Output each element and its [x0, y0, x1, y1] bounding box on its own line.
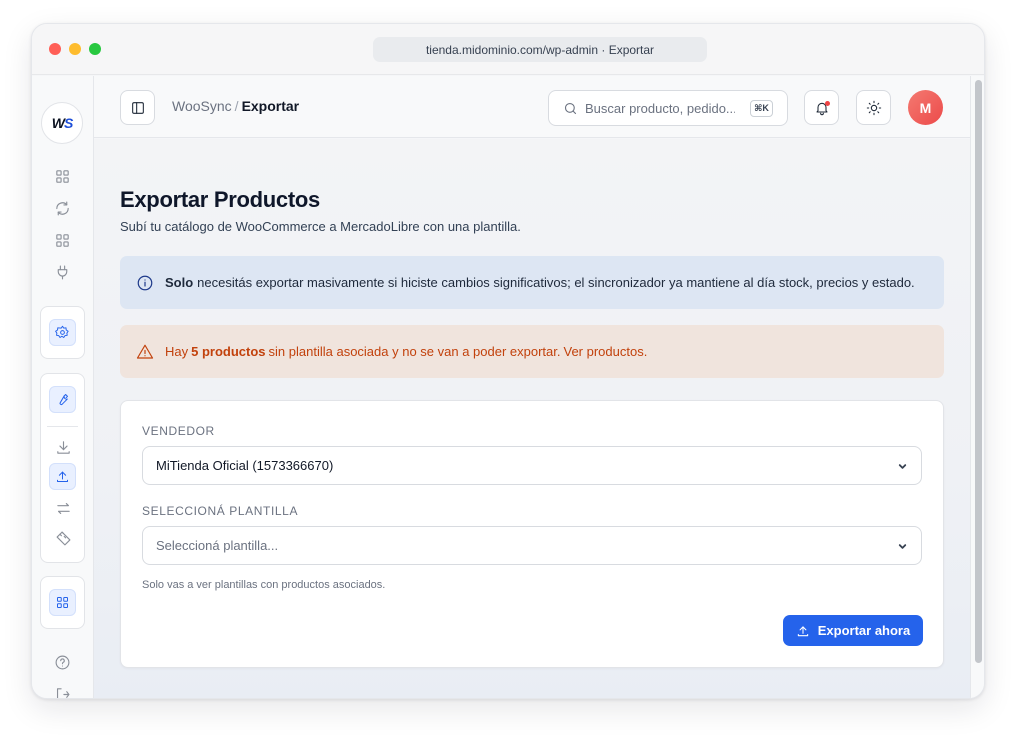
browser-window: tienda.midominio.com/wp-admin · Exportar…: [31, 23, 985, 699]
seller-label: VENDEDOR: [142, 424, 215, 438]
breadcrumb-root[interactable]: WooSync: [172, 98, 232, 114]
settings-icon[interactable]: [49, 319, 76, 346]
theme-toggle-button[interactable]: [856, 90, 891, 125]
settings-group: [40, 306, 85, 359]
divider: [47, 426, 78, 427]
warning-icon: [136, 344, 154, 359]
minimize-window-button[interactable]: [69, 43, 81, 55]
warning-alert-text: sin plantilla asociada y no se van a pod…: [268, 344, 561, 359]
template-label: SELECCIONÁ PLANTILLA: [142, 504, 299, 518]
export-form-card: VENDEDOR MiTienda Oficial (1573366670) S…: [120, 400, 944, 668]
search-icon: [564, 102, 577, 114]
top-header: WooSync/Exportar ⌘K M: [94, 76, 970, 138]
sidebar-toggle-button[interactable]: [120, 90, 155, 125]
warning-alert-prefix: Hay: [165, 344, 189, 359]
template-select[interactable]: Seleccioná plantilla...: [142, 526, 922, 565]
title-bar: tienda.midominio.com/wp-admin · Exportar: [32, 24, 984, 75]
upload-icon: [797, 625, 808, 636]
search-input[interactable]: [585, 100, 735, 116]
address-bar[interactable]: tienda.midominio.com/wp-admin · Exportar: [373, 37, 707, 62]
apps-icon[interactable]: [49, 589, 76, 616]
tools-group: [40, 373, 85, 563]
search-box[interactable]: ⌘K: [548, 90, 788, 126]
wrench-icon[interactable]: [49, 386, 76, 413]
dashboard-icon[interactable]: [51, 165, 73, 187]
scrollbar[interactable]: [970, 76, 984, 698]
chevron-down-icon: [898, 544, 907, 549]
help-icon[interactable]: [51, 651, 73, 673]
breadcrumb-separator: /: [234, 98, 239, 114]
grid-icon[interactable]: [51, 229, 73, 251]
sidebar: WS: [32, 76, 94, 698]
window-controls: [49, 43, 101, 55]
sync-icon[interactable]: [51, 197, 73, 219]
app-logo[interactable]: WS: [41, 102, 83, 144]
logout-icon[interactable]: [51, 683, 73, 698]
logo-letter-s: S: [63, 115, 73, 131]
template-select-placeholder: Seleccioná plantilla...: [156, 538, 279, 553]
breadcrumb-current: Exportar: [241, 98, 300, 114]
export-now-button[interactable]: Exportar ahora: [783, 615, 923, 646]
info-alert-bold: Solo: [165, 275, 194, 290]
seller-select-value: MiTienda Oficial (1573366670): [156, 458, 334, 473]
warning-alert: Hay 5 productos sin plantilla asociada y…: [120, 325, 944, 378]
scroll-thumb[interactable]: [975, 80, 982, 663]
avatar[interactable]: M: [908, 90, 943, 125]
page-title: Exportar Productos: [120, 187, 320, 212]
seller-select[interactable]: MiTienda Oficial (1573366670): [142, 446, 922, 485]
download-icon[interactable]: [52, 436, 74, 458]
upload-icon[interactable]: [49, 463, 76, 490]
template-hint: Solo vas a ver plantillas con productos …: [142, 579, 386, 591]
breadcrumb: WooSync / Exportar: [172, 98, 299, 114]
notifications-button[interactable]: [804, 90, 839, 125]
sun-icon: [866, 100, 881, 115]
view-products-link[interactable]: Ver productos.: [564, 344, 648, 359]
logo-letter-w: W: [51, 115, 65, 131]
transfer-icon[interactable]: [52, 497, 74, 519]
main-content: Exportar Productos Subí tu catálogo de W…: [94, 139, 970, 698]
page-subtitle: Subí tu catálogo de WooCommerce a Mercad…: [120, 219, 521, 234]
info-alert-text: necesitás exportar masivamente si hicist…: [197, 275, 915, 290]
plug-icon[interactable]: [51, 261, 73, 283]
warning-alert-bold: 5 productos: [191, 344, 266, 359]
maximize-window-button[interactable]: [89, 43, 101, 55]
notification-dot: [825, 101, 830, 106]
sidebar-toggle-icon: [131, 101, 144, 114]
export-now-label: Exportar ahora: [817, 623, 911, 638]
apps-group: [40, 576, 85, 629]
chevron-down-icon: [898, 464, 907, 469]
info-icon: [137, 275, 153, 290]
shortcut-badge: ⌘K: [750, 100, 773, 117]
close-window-button[interactable]: [49, 43, 61, 55]
info-alert: Solo necesitás exportar masivamente si h…: [120, 256, 944, 309]
ruler-icon[interactable]: [52, 527, 74, 549]
